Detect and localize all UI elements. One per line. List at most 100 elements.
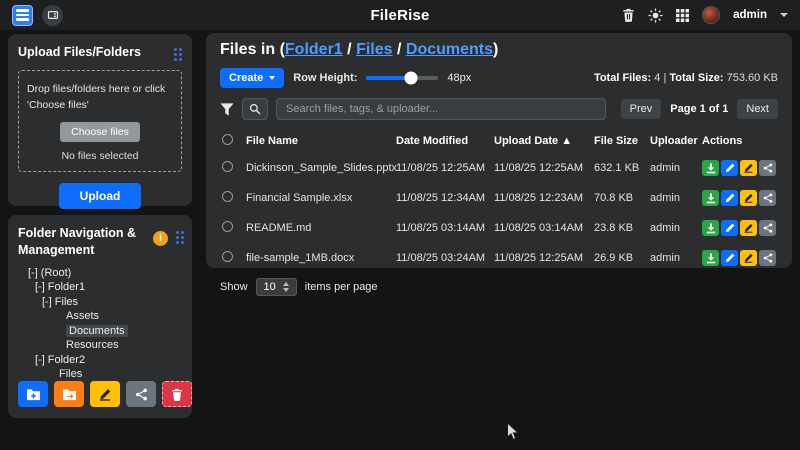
search-icon — [249, 103, 261, 115]
username-label[interactable]: admin — [733, 9, 767, 21]
tree-folder-label[interactable]: Files — [55, 296, 78, 308]
tree-expand-toggle[interactable]: [-] — [42, 296, 52, 308]
row-actions — [700, 243, 778, 273]
folder-tree-item[interactable]: [-](Root) — [18, 266, 182, 281]
upload-button[interactable]: Upload — [59, 183, 142, 209]
rename-button[interactable] — [740, 160, 757, 176]
download-button[interactable] — [702, 250, 719, 266]
share-folder-button[interactable] — [126, 381, 156, 407]
sidebar-view-icon — [47, 9, 59, 21]
edit-button[interactable] — [721, 160, 738, 176]
column-header-file-name[interactable]: File Name — [244, 128, 394, 153]
tree-folder-label[interactable]: Folder1 — [48, 281, 85, 293]
info-icon[interactable]: i — [153, 231, 168, 246]
column-header-upload-date[interactable]: Upload Date ▲ — [492, 128, 592, 153]
trash-icon — [171, 388, 183, 401]
file-dropzone[interactable]: Drop files/folders here or click 'Choose… — [18, 70, 182, 173]
file-row[interactable]: file-sample_1MB.docx 11/08/25 03:24AM 11… — [220, 243, 778, 273]
delete-folder-button[interactable] — [162, 381, 192, 407]
edit-button[interactable] — [721, 190, 738, 206]
folder-tree-item[interactable]: Resources — [18, 338, 182, 353]
folder-tree-item[interactable]: Assets — [18, 309, 182, 324]
file-size-cell: 23.8 KB — [592, 213, 648, 243]
file-row[interactable]: README.md 11/08/25 03:14AM 11/08/25 03:1… — [220, 213, 778, 243]
edit-button[interactable] — [721, 250, 738, 266]
share-button[interactable] — [759, 250, 776, 266]
download-button[interactable] — [702, 220, 719, 236]
choose-files-button[interactable]: Choose files — [60, 122, 140, 142]
select-all-checkbox[interactable] — [222, 134, 233, 145]
download-button[interactable] — [702, 190, 719, 206]
breadcrumb-link-files[interactable]: Files — [356, 41, 392, 58]
folder-tree-item[interactable]: [-]Folder1 — [18, 280, 182, 295]
view-toggle-button[interactable] — [42, 5, 63, 26]
filter-funnel-icon[interactable] — [220, 103, 234, 116]
file-name-cell[interactable]: Dickinson_Sample_Slides.pptx — [244, 153, 394, 183]
download-button[interactable] — [702, 160, 719, 176]
tree-folder-label[interactable]: Documents — [66, 325, 128, 337]
create-button[interactable]: Create — [220, 68, 284, 88]
folder-tree-item[interactable]: Documents — [18, 324, 182, 339]
column-header-date-modified[interactable]: Date Modified — [394, 128, 492, 153]
next-page-button[interactable]: Next — [737, 99, 778, 119]
folder-tree-item[interactable]: [-]Files — [18, 295, 182, 310]
move-folder-button[interactable] — [54, 381, 84, 407]
folder-tree-item[interactable]: [-]Folder2 — [18, 353, 182, 368]
slider-thumb[interactable] — [405, 72, 418, 85]
file-row[interactable]: Dickinson_Sample_Slides.pptx 11/08/25 12… — [220, 153, 778, 183]
rename-button[interactable] — [740, 250, 757, 266]
create-folder-button[interactable] — [18, 381, 48, 407]
edit-button[interactable] — [721, 220, 738, 236]
user-menu-caret-icon[interactable] — [780, 13, 788, 17]
share-button[interactable] — [759, 160, 776, 176]
panel-drag-handle[interactable] — [174, 48, 182, 61]
share-button[interactable] — [759, 190, 776, 206]
pencil-underline-icon — [743, 223, 754, 233]
share-button[interactable] — [759, 220, 776, 236]
file-list-card: Files in (Folder1 / Files / Documents) C… — [206, 33, 792, 268]
top-bar-actions: admin — [622, 6, 788, 24]
file-name-cell[interactable]: Financial Sample.xlsx — [244, 183, 394, 213]
row-checkbox[interactable] — [222, 161, 233, 172]
panel-drag-handle[interactable] — [176, 231, 184, 244]
create-button-label: Create — [229, 72, 263, 84]
rename-folder-button[interactable] — [90, 381, 120, 407]
folder-panel-title: Folder Navigation & Management — [18, 225, 144, 259]
theme-toggle-sun-icon[interactable] — [648, 8, 663, 23]
file-name-cell[interactable]: file-sample_1MB.docx — [244, 243, 394, 273]
select-arrows-icon — [283, 282, 289, 292]
rename-button[interactable] — [740, 220, 757, 236]
row-checkbox[interactable] — [222, 221, 233, 232]
column-header-uploader[interactable]: Uploader — [648, 128, 700, 153]
tree-folder-label[interactable]: Resources — [66, 339, 119, 351]
tree-expand-toggle[interactable]: [-] — [35, 281, 45, 293]
items-per-page-select[interactable]: 10 — [256, 278, 297, 296]
tree-folder-label[interactable]: Folder2 — [48, 354, 85, 366]
tree-folder-label[interactable]: Files — [59, 368, 82, 380]
file-name-cell[interactable]: README.md — [244, 213, 394, 243]
tree-folder-label[interactable]: (Root) — [41, 267, 72, 279]
breadcrumb-link-folder1[interactable]: Folder1 — [285, 41, 343, 58]
apps-grid-icon[interactable] — [676, 9, 689, 22]
file-row[interactable]: Financial Sample.xlsx 11/08/25 12:34AM 1… — [220, 183, 778, 213]
column-header-file-size[interactable]: File Size — [592, 128, 648, 153]
upload-panel: Upload Files/Folders Drop files/folders … — [8, 34, 192, 206]
share-icon — [763, 163, 773, 173]
tree-expand-toggle[interactable]: [-] — [35, 354, 45, 366]
row-checkbox[interactable] — [222, 191, 233, 202]
trash-icon[interactable] — [622, 8, 635, 22]
user-avatar[interactable] — [702, 6, 720, 24]
rename-button[interactable] — [740, 190, 757, 206]
page-info: Page 1 of 1 — [670, 103, 728, 115]
folder-tree-item[interactable]: Files — [18, 367, 182, 382]
prev-page-button[interactable]: Prev — [621, 99, 662, 119]
tree-expand-toggle[interactable]: [-] — [28, 267, 38, 279]
create-caret-icon — [269, 76, 275, 80]
search-button[interactable] — [242, 98, 268, 120]
row-height-slider[interactable] — [366, 76, 438, 80]
breadcrumb-link-documents[interactable]: Documents — [406, 41, 493, 58]
tree-folder-label[interactable]: Assets — [66, 310, 99, 322]
row-checkbox[interactable] — [222, 251, 233, 262]
search-input[interactable] — [276, 98, 606, 120]
app-window: FileRise — [0, 0, 800, 450]
